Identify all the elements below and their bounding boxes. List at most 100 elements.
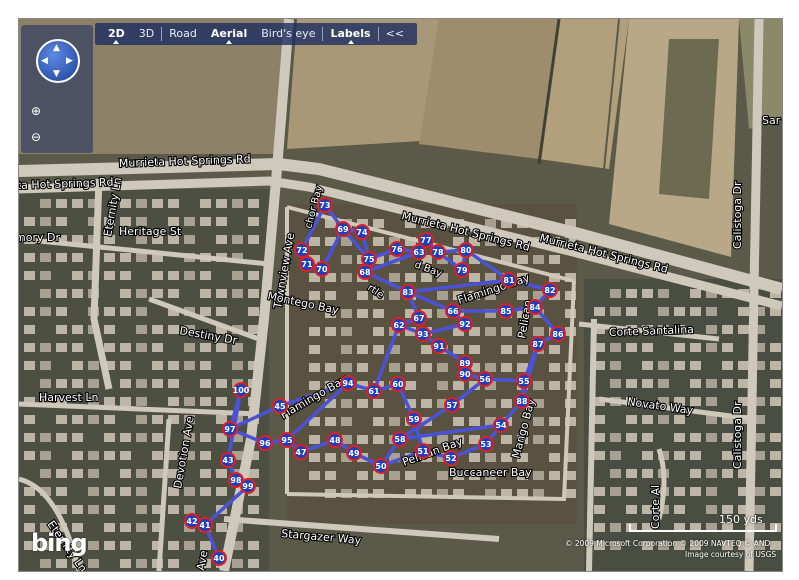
waypoint-marker[interactable]: 40: [211, 550, 227, 566]
waypoint-marker[interactable]: 85: [498, 303, 514, 319]
rooftop: [120, 271, 131, 280]
pan-down-icon[interactable]: ▼: [53, 70, 60, 79]
waypoint-marker[interactable]: 100: [233, 382, 250, 398]
waypoint-marker[interactable]: 75: [361, 251, 377, 267]
waypoint-marker[interactable]: 81: [501, 272, 517, 288]
waypoint-marker[interactable]: 50: [373, 458, 389, 474]
waypoint-marker[interactable]: 45: [272, 398, 288, 414]
waypoint-marker[interactable]: 99: [240, 478, 256, 494]
pan-compass-control[interactable]: ▲ ▼ ◀ ▶: [36, 39, 80, 83]
waypoint-marker[interactable]: 58: [392, 431, 408, 447]
waypoint-marker[interactable]: 95: [279, 432, 295, 448]
rooftop: [610, 451, 621, 460]
waypoint-marker[interactable]: 72: [294, 242, 310, 258]
waypoint-marker[interactable]: 84: [527, 299, 543, 315]
rooftop: [610, 307, 621, 316]
waypoint-marker[interactable]: 80: [458, 242, 474, 258]
zoom-out-button[interactable]: ⊖: [26, 127, 46, 147]
labels-toggle-button[interactable]: Labels: [323, 23, 377, 45]
waypoint-marker[interactable]: 56: [477, 371, 493, 387]
waypoint-marker[interactable]: 49: [346, 445, 362, 461]
rooftop: [722, 379, 733, 388]
view-3d-button[interactable]: 3D: [132, 23, 161, 45]
rooftop: [594, 451, 605, 460]
waypoint-label: 67: [413, 314, 424, 323]
waypoint-marker[interactable]: 78: [430, 244, 446, 260]
waypoint-marker[interactable]: 91: [431, 338, 447, 354]
rooftop: [722, 343, 733, 352]
waypoint-marker[interactable]: 88: [514, 393, 530, 409]
rooftop: [770, 343, 781, 352]
waypoint-marker[interactable]: 47: [293, 444, 309, 460]
waypoint-label: 48: [329, 436, 341, 445]
view-2d-button[interactable]: 2D: [101, 23, 132, 45]
waypoint-marker[interactable]: 51: [415, 443, 431, 459]
rooftop: [594, 307, 605, 316]
waypoint-marker[interactable]: 82: [542, 282, 558, 298]
rooftop: [152, 451, 163, 460]
rooftop: [373, 345, 384, 354]
rooftop: [120, 397, 131, 406]
waypoint-marker[interactable]: 73: [317, 197, 333, 213]
waypoint-marker[interactable]: 70: [314, 261, 330, 277]
waypoint-marker[interactable]: 62: [391, 317, 407, 333]
rooftop: [437, 381, 448, 390]
rooftop: [373, 309, 384, 318]
zoom-in-button[interactable]: ⊕: [26, 101, 46, 121]
waypoint-marker[interactable]: 69: [335, 221, 351, 237]
rooftop: [658, 379, 669, 388]
waypoint-marker[interactable]: 53: [478, 436, 494, 452]
aerial-view-button[interactable]: Aerial: [204, 23, 254, 45]
waypoint-marker[interactable]: 90: [457, 366, 473, 382]
birds-eye-view-button[interactable]: Bird's eye: [254, 23, 322, 45]
waypoint-marker[interactable]: 67: [411, 310, 427, 326]
waypoint-marker[interactable]: 48: [327, 432, 343, 448]
waypoint-marker[interactable]: 55: [516, 373, 532, 389]
waypoint-marker[interactable]: 79: [454, 262, 470, 278]
rooftop: [610, 379, 621, 388]
rooftop: [325, 417, 336, 426]
waypoint-marker[interactable]: 59: [406, 411, 422, 427]
waypoint-marker[interactable]: 94: [340, 375, 356, 391]
pan-up-icon[interactable]: ▲: [53, 44, 60, 53]
waypoint-marker[interactable]: 87: [530, 336, 546, 352]
rooftop: [437, 363, 448, 372]
waypoint-marker[interactable]: 60: [390, 376, 406, 392]
waypoint-marker[interactable]: 97: [222, 421, 238, 437]
waypoint-marker[interactable]: 86: [550, 326, 566, 342]
waypoint-marker[interactable]: 54: [493, 417, 509, 433]
waypoint-label: 78: [432, 248, 444, 257]
rooftop: [485, 363, 496, 372]
waypoint-marker[interactable]: 76: [389, 241, 405, 257]
waypoint-marker[interactable]: 71: [299, 256, 315, 272]
waypoint-marker[interactable]: 41: [197, 517, 213, 533]
rooftop: [690, 433, 701, 442]
rooftop: [610, 361, 621, 370]
waypoint-marker[interactable]: 83: [400, 284, 416, 300]
rooftop: [549, 453, 560, 462]
waypoint-marker[interactable]: 93: [415, 326, 431, 342]
waypoint-marker[interactable]: 43: [220, 452, 236, 468]
pan-right-icon[interactable]: ▶: [66, 57, 73, 66]
waypoint-marker[interactable]: 92: [457, 316, 473, 332]
rooftop: [405, 471, 416, 480]
waypoint-marker[interactable]: 52: [443, 450, 459, 466]
rooftop: [24, 217, 35, 226]
waypoint-marker[interactable]: 68: [357, 264, 373, 280]
waypoint-label: 49: [348, 449, 360, 458]
road-view-button[interactable]: Road: [162, 23, 204, 45]
waypoint-marker[interactable]: 63: [411, 244, 427, 260]
waypoint-marker[interactable]: 96: [257, 435, 273, 451]
rooftop: [40, 559, 51, 568]
waypoint-marker[interactable]: 61: [366, 383, 382, 399]
waypoint-marker[interactable]: 74: [354, 224, 370, 240]
pan-left-icon[interactable]: ◀: [41, 57, 48, 66]
collapse-toolbar-button[interactable]: <<: [379, 23, 411, 45]
aerial-map[interactable]: Murrieta Hot Springs Rdta Hot Springs Rd…: [19, 19, 782, 571]
waypoint-marker[interactable]: 42: [184, 513, 200, 529]
waypoint-label: 90: [459, 370, 471, 379]
waypoint-marker[interactable]: 66: [445, 303, 461, 319]
waypoint-marker[interactable]: 57: [444, 397, 460, 413]
map-frame[interactable]: Murrieta Hot Springs Rd ta Hot Springs Rd…: [18, 18, 783, 572]
rooftop: [216, 397, 227, 406]
